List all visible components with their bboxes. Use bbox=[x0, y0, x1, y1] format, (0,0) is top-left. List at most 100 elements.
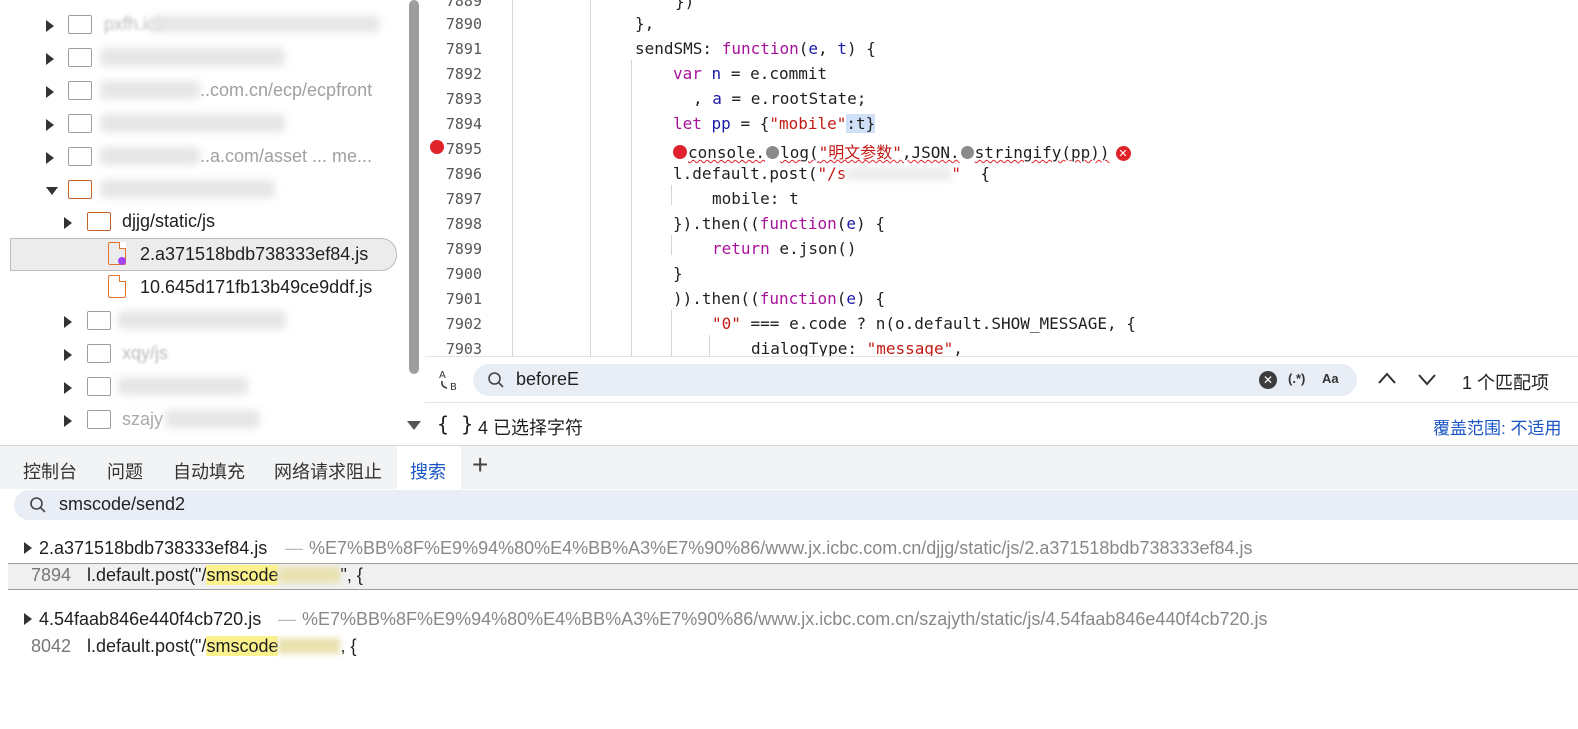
search-match-highlight: smscode bbox=[206, 565, 279, 585]
chevron-down-icon[interactable] bbox=[46, 187, 58, 201]
line-number[interactable]: 7901 bbox=[425, 290, 482, 308]
tree-item-djjg[interactable]: djjg/static/js bbox=[0, 207, 400, 237]
tree-item-label: djjg/static/js bbox=[122, 211, 216, 231]
find-bar: AB beforeE ✕ (.*) Aa 1 个匹配项 bbox=[425, 356, 1578, 403]
modified-dot-icon bbox=[118, 257, 126, 265]
folder-icon bbox=[87, 311, 111, 330]
tab-autofill[interactable]: 自动填充 bbox=[173, 458, 245, 484]
redaction bbox=[278, 638, 341, 654]
editor-status-bar: { } 4 已选择字符 覆盖范围: 不适用 bbox=[425, 402, 1578, 445]
redaction bbox=[278, 567, 341, 583]
tree-item[interactable]: ..a.com/asset ... me... bbox=[0, 142, 400, 172]
chevron-right-icon[interactable] bbox=[46, 20, 54, 32]
chevron-right-icon[interactable] bbox=[46, 53, 54, 65]
search-input-wrapper[interactable]: smscode/send2 bbox=[14, 490, 1578, 520]
result-file-name: 4.54faab846e440f4cb720.js bbox=[39, 609, 262, 629]
chevron-right-icon[interactable] bbox=[46, 119, 54, 131]
tree-item-file-10[interactable]: 10.645d171fb13b49ce9ddf.js bbox=[0, 273, 400, 303]
line-number[interactable]: 7890 bbox=[425, 15, 482, 33]
tab-issues[interactable]: 问题 bbox=[107, 458, 143, 484]
redaction bbox=[100, 48, 285, 66]
find-input[interactable]: beforeE bbox=[516, 369, 579, 390]
gutter-divider bbox=[512, 0, 513, 356]
scroll-down-icon[interactable] bbox=[407, 421, 421, 430]
selection-info: 4 已选择字符 bbox=[478, 418, 584, 438]
chevron-right-icon[interactable] bbox=[46, 86, 54, 98]
redaction bbox=[100, 114, 285, 132]
tree-item-file-2a[interactable]: 2.a371518bdb738333ef84.js bbox=[0, 240, 400, 270]
line-number[interactable]: 7895 bbox=[425, 140, 482, 158]
chevron-right-icon[interactable] bbox=[64, 382, 72, 394]
separator: — bbox=[285, 538, 303, 558]
chevron-right-icon[interactable] bbox=[46, 152, 54, 164]
line-number[interactable]: 7903 bbox=[425, 340, 482, 356]
line-number[interactable]: 7896 bbox=[425, 165, 482, 183]
code-line: let pp = {"mobile":t} bbox=[673, 114, 876, 133]
code-line: console. log("明文参数",JSON. stringify(pp)) ✕ bbox=[673, 139, 1131, 163]
chevron-right-icon[interactable] bbox=[64, 217, 72, 229]
svg-text:A: A bbox=[439, 370, 446, 381]
chevron-right-icon[interactable] bbox=[24, 613, 32, 625]
line-number[interactable]: 7898 bbox=[425, 215, 482, 233]
tree-item-label: 10.645d171fb13b49ce9ddf.js bbox=[140, 277, 373, 297]
result-line-number: 7894 bbox=[31, 565, 72, 585]
tree-item[interactable] bbox=[0, 43, 400, 73]
pretty-print-button[interactable]: { } bbox=[437, 412, 473, 436]
search-result-line[interactable]: 7894 l.default.post("/smscode ", { bbox=[8, 563, 1578, 590]
clear-icon[interactable]: ✕ bbox=[1259, 371, 1277, 389]
find-input-wrapper[interactable]: beforeE ✕ (.*) Aa bbox=[473, 364, 1357, 396]
tab-console[interactable]: 控制台 bbox=[23, 458, 77, 484]
line-number[interactable]: 7900 bbox=[425, 265, 482, 283]
drawer-tabbar: 控制台 问题 自动填充 网络请求阻止 搜索 + bbox=[0, 445, 1578, 489]
case-sensitive-toggle[interactable]: Aa bbox=[1322, 371, 1339, 386]
add-tab-button[interactable]: + bbox=[472, 449, 488, 481]
tree-item[interactable]: pxfh.icb bbox=[0, 10, 400, 40]
code-editor[interactable]: 7889 }) 7890 }, 7891 sendSMS: function(e… bbox=[425, 0, 1578, 356]
chevron-right-icon[interactable] bbox=[24, 542, 32, 554]
tree-item[interactable]: ..com.cn/ecp/ecpfront bbox=[0, 76, 400, 106]
chevron-down-icon[interactable] bbox=[1417, 373, 1437, 387]
tree-item[interactable] bbox=[0, 372, 400, 402]
result-line-text: l.default.post("/smscode, { bbox=[87, 636, 357, 656]
line-number[interactable]: 7897 bbox=[425, 190, 482, 208]
code-line: } bbox=[673, 264, 683, 283]
line-number[interactable]: 7892 bbox=[425, 65, 482, 83]
inline-breakpoint-inactive-icon[interactable] bbox=[960, 146, 974, 159]
folder-icon bbox=[87, 377, 111, 396]
tab-network-request-blocking[interactable]: 网络请求阻止 bbox=[274, 458, 382, 484]
tree-item[interactable]: szajy bbox=[0, 405, 400, 435]
tree-item[interactable] bbox=[0, 306, 400, 336]
coverage-link[interactable]: 覆盖范围: 不适用 bbox=[1433, 414, 1561, 439]
error-icon[interactable]: ✕ bbox=[1115, 146, 1131, 161]
tree-item[interactable] bbox=[0, 109, 400, 139]
tab-search[interactable]: 搜索 bbox=[410, 458, 446, 484]
indent-guide bbox=[671, 185, 672, 205]
line-number[interactable]: 7893 bbox=[425, 90, 482, 108]
chevron-right-icon[interactable] bbox=[64, 349, 72, 361]
search-input[interactable]: smscode/send2 bbox=[59, 494, 185, 515]
line-number[interactable]: 7899 bbox=[425, 240, 482, 258]
code-line: l.default.post("/s " { bbox=[673, 164, 990, 183]
redaction bbox=[100, 180, 275, 198]
tree-scrollbar[interactable] bbox=[409, 0, 419, 374]
line-number[interactable]: 7889 bbox=[425, 0, 482, 10]
indent-guide bbox=[631, 60, 632, 356]
redaction bbox=[100, 147, 200, 165]
line-number[interactable]: 7894 bbox=[425, 115, 482, 133]
regex-toggle[interactable]: (.*) bbox=[1288, 371, 1305, 386]
code-line: )).then((function(e) { bbox=[673, 289, 885, 308]
inline-breakpoint-icon[interactable] bbox=[673, 145, 687, 159]
tree-item[interactable] bbox=[0, 175, 400, 205]
code-line: sendSMS: function(e, t) { bbox=[635, 39, 876, 58]
line-number[interactable]: 7891 bbox=[425, 40, 482, 58]
folder-open-icon bbox=[68, 180, 92, 199]
match-count: 1 个匹配项 bbox=[1462, 373, 1550, 393]
chevron-right-icon[interactable] bbox=[64, 316, 72, 328]
inline-breakpoint-inactive-icon[interactable] bbox=[766, 146, 780, 159]
match-whole-word-icon[interactable]: AB bbox=[437, 367, 463, 393]
search-result-line[interactable]: 8042 l.default.post("/smscode, { bbox=[8, 635, 1578, 660]
line-number[interactable]: 7902 bbox=[425, 315, 482, 333]
tree-item[interactable]: xqy/js bbox=[0, 339, 400, 369]
chevron-up-icon[interactable] bbox=[1377, 371, 1397, 385]
chevron-right-icon[interactable] bbox=[64, 415, 72, 427]
